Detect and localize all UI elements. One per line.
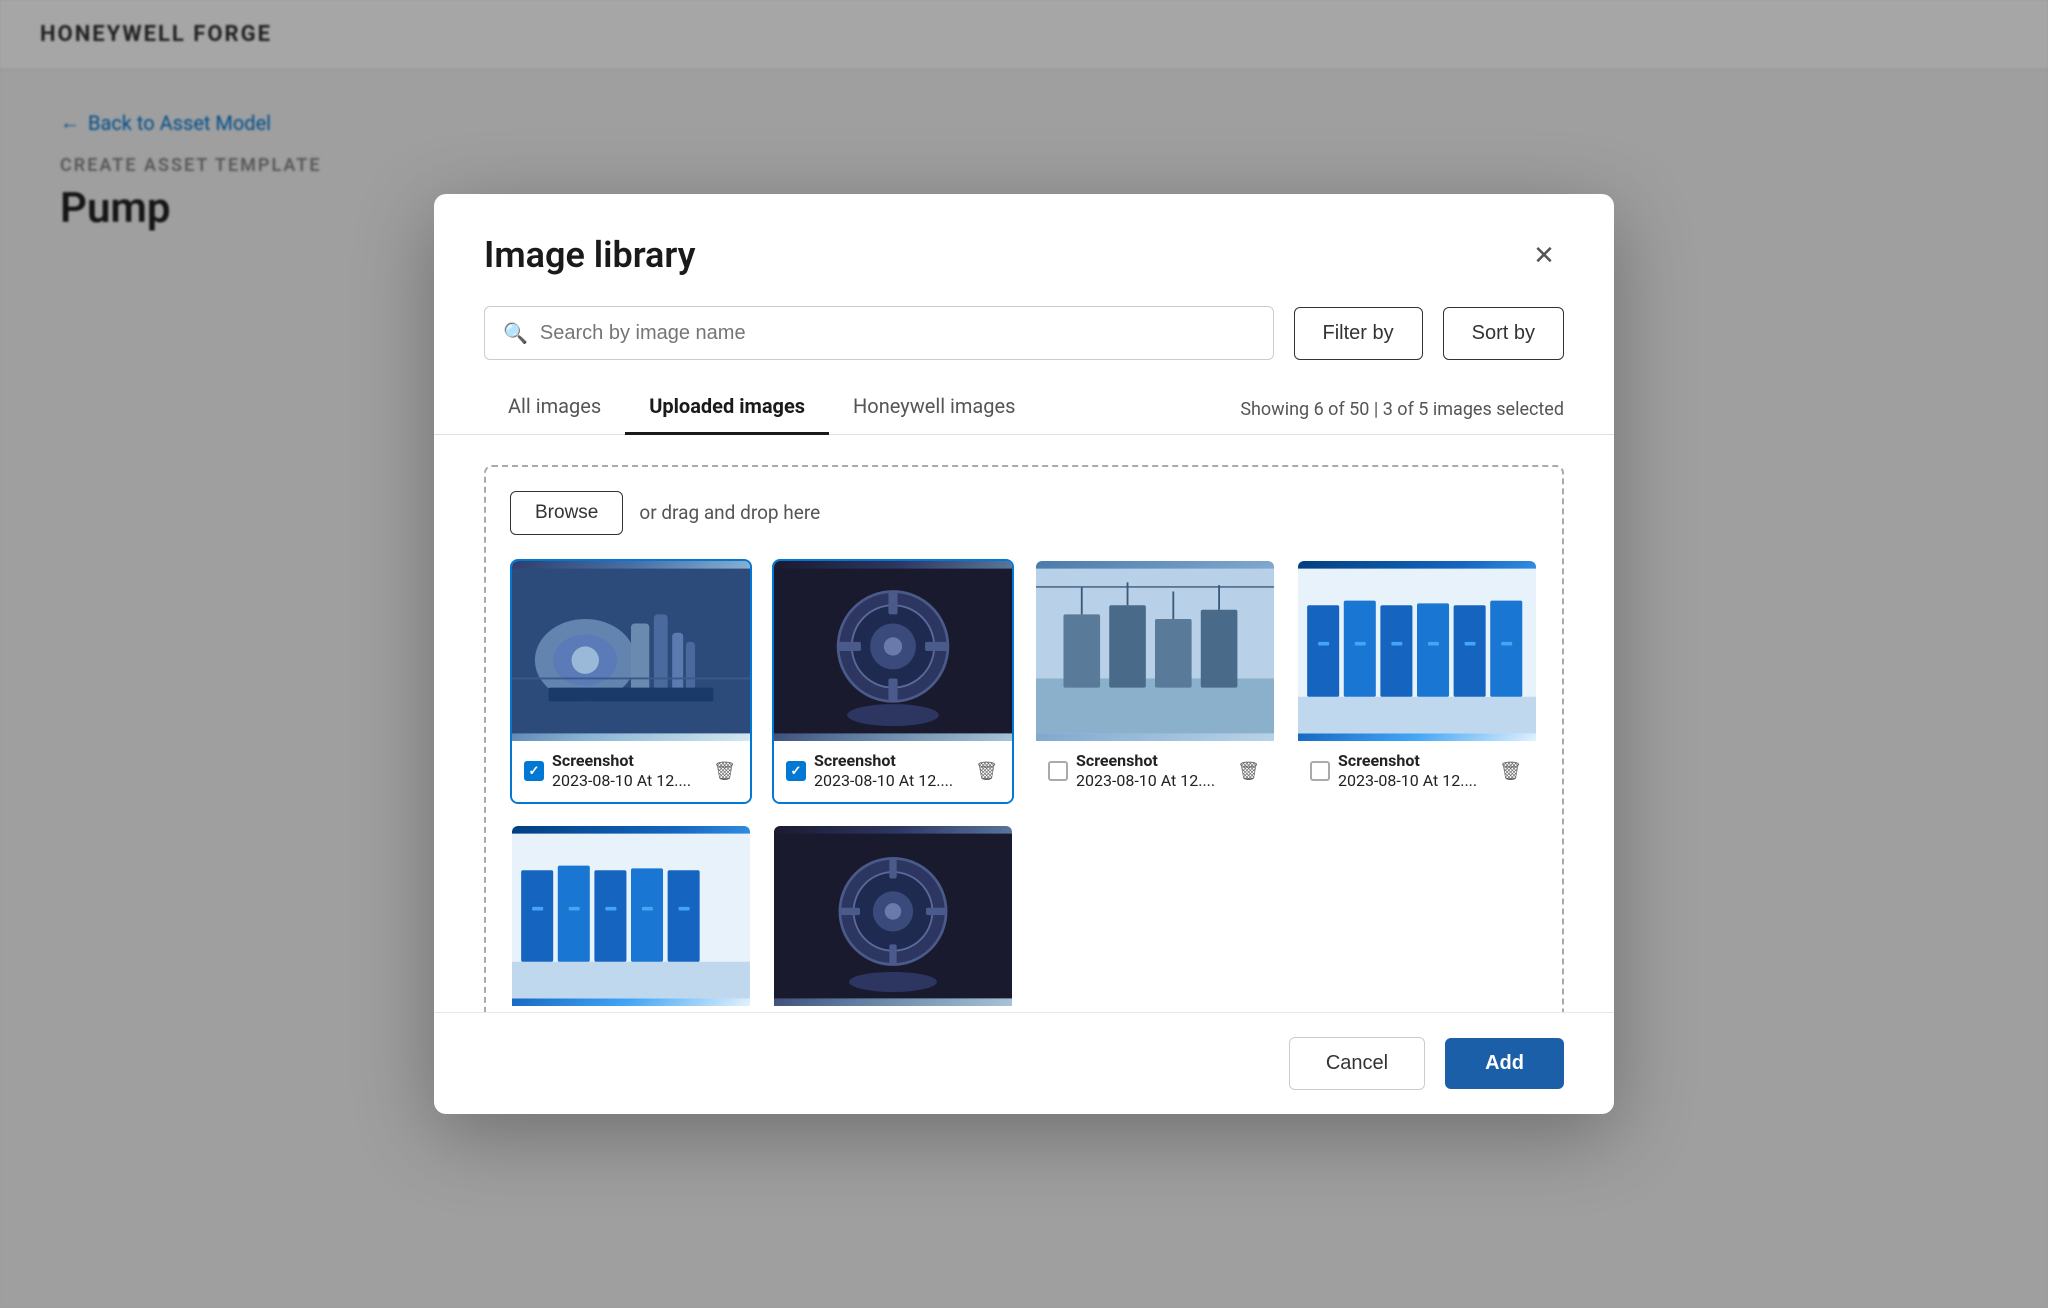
image-thumbnail-5 <box>512 826 750 1006</box>
image-name-3: Screenshot 2023-08-10 At 12.... <box>1076 751 1227 793</box>
image-footer-6: Screenshot 2023-08-10 At 12.... 🗑 <box>774 1006 1012 1012</box>
image-footer-5: Screenshot 2023-08-10 At 12.... 🗑 <box>512 1006 750 1012</box>
modal-overlay: Image library ✕ 🔍 Filter by Sort by All … <box>0 0 2048 1308</box>
image-name-2: Screenshot 2023-08-10 At 12.... <box>814 751 965 793</box>
count-info: Showing 6 of 50 | 3 of 5 images selected <box>1240 399 1564 434</box>
search-input[interactable] <box>540 322 1255 345</box>
image-checkbox-1[interactable] <box>524 761 544 781</box>
modal-footer: Cancel Add <box>434 1012 1614 1114</box>
tabs-row: All images Uploaded images Honeywell ima… <box>434 380 1614 435</box>
image-delete-4[interactable]: 🗑 <box>1497 759 1524 784</box>
image-card-1[interactable]: Screenshot 2023-08-10 At 12.... 🗑 <box>510 559 752 805</box>
search-box: 🔍 <box>484 306 1274 360</box>
upload-zone: Browse or drag and drop here <box>484 465 1564 1013</box>
image-checkbox-4[interactable] <box>1310 761 1330 781</box>
image-thumbnail-4 <box>1298 561 1536 741</box>
cancel-button[interactable]: Cancel <box>1289 1037 1425 1090</box>
image-card-5[interactable]: Screenshot 2023-08-10 At 12.... 🗑 <box>510 824 752 1012</box>
filter-by-button[interactable]: Filter by <box>1294 307 1423 360</box>
search-icon: 🔍 <box>503 321 528 345</box>
search-row: 🔍 Filter by Sort by <box>434 296 1614 380</box>
image-footer-2: Screenshot 2023-08-10 At 12.... 🗑 <box>774 741 1012 803</box>
image-delete-1[interactable]: 🗑 <box>711 759 738 784</box>
image-card-2[interactable]: Screenshot 2023-08-10 At 12.... 🗑 <box>772 559 1014 805</box>
modal-title: Image library <box>484 234 696 276</box>
image-grid-row2: Screenshot 2023-08-10 At 12.... 🗑 <box>510 824 1538 1012</box>
image-checkbox-2[interactable] <box>786 761 806 781</box>
modal-header: Image library ✕ <box>434 194 1614 296</box>
image-name-1: Screenshot 2023-08-10 At 12.... <box>552 751 703 793</box>
browse-button[interactable]: Browse <box>510 491 623 535</box>
sort-by-button[interactable]: Sort by <box>1443 307 1564 360</box>
image-grid-row1: Screenshot 2023-08-10 At 12.... 🗑 <box>510 559 1538 805</box>
image-footer-1: Screenshot 2023-08-10 At 12.... 🗑 <box>512 741 750 803</box>
image-card-4[interactable]: Screenshot 2023-08-10 At 12.... 🗑 <box>1296 559 1538 805</box>
drag-drop-text: or drag and drop here <box>639 501 820 524</box>
image-footer-3: Screenshot 2023-08-10 At 12.... 🗑 <box>1036 741 1274 803</box>
image-library-modal: Image library ✕ 🔍 Filter by Sort by All … <box>434 194 1614 1114</box>
image-card-3[interactable]: Screenshot 2023-08-10 At 12.... 🗑 <box>1034 559 1276 805</box>
modal-body: Browse or drag and drop here <box>434 435 1614 1013</box>
image-name-4: Screenshot 2023-08-10 At 12.... <box>1338 751 1489 793</box>
image-thumbnail-6 <box>774 826 1012 1006</box>
tab-all-images[interactable]: All images <box>484 380 625 435</box>
image-footer-4: Screenshot 2023-08-10 At 12.... 🗑 <box>1298 741 1536 803</box>
add-button[interactable]: Add <box>1445 1038 1564 1089</box>
close-button[interactable]: ✕ <box>1524 235 1564 275</box>
tab-uploaded-images[interactable]: Uploaded images <box>625 380 829 435</box>
upload-controls: Browse or drag and drop here <box>510 491 1538 535</box>
tab-honeywell-images[interactable]: Honeywell images <box>829 380 1039 435</box>
image-thumbnail-1 <box>512 561 750 741</box>
image-thumbnail-2 <box>774 561 1012 741</box>
image-delete-3[interactable]: 🗑 <box>1235 759 1262 784</box>
image-thumbnail-3 <box>1036 561 1274 741</box>
image-card-6[interactable]: Screenshot 2023-08-10 At 12.... 🗑 <box>772 824 1014 1012</box>
image-checkbox-3[interactable] <box>1048 761 1068 781</box>
image-delete-2[interactable]: 🗑 <box>973 759 1000 784</box>
